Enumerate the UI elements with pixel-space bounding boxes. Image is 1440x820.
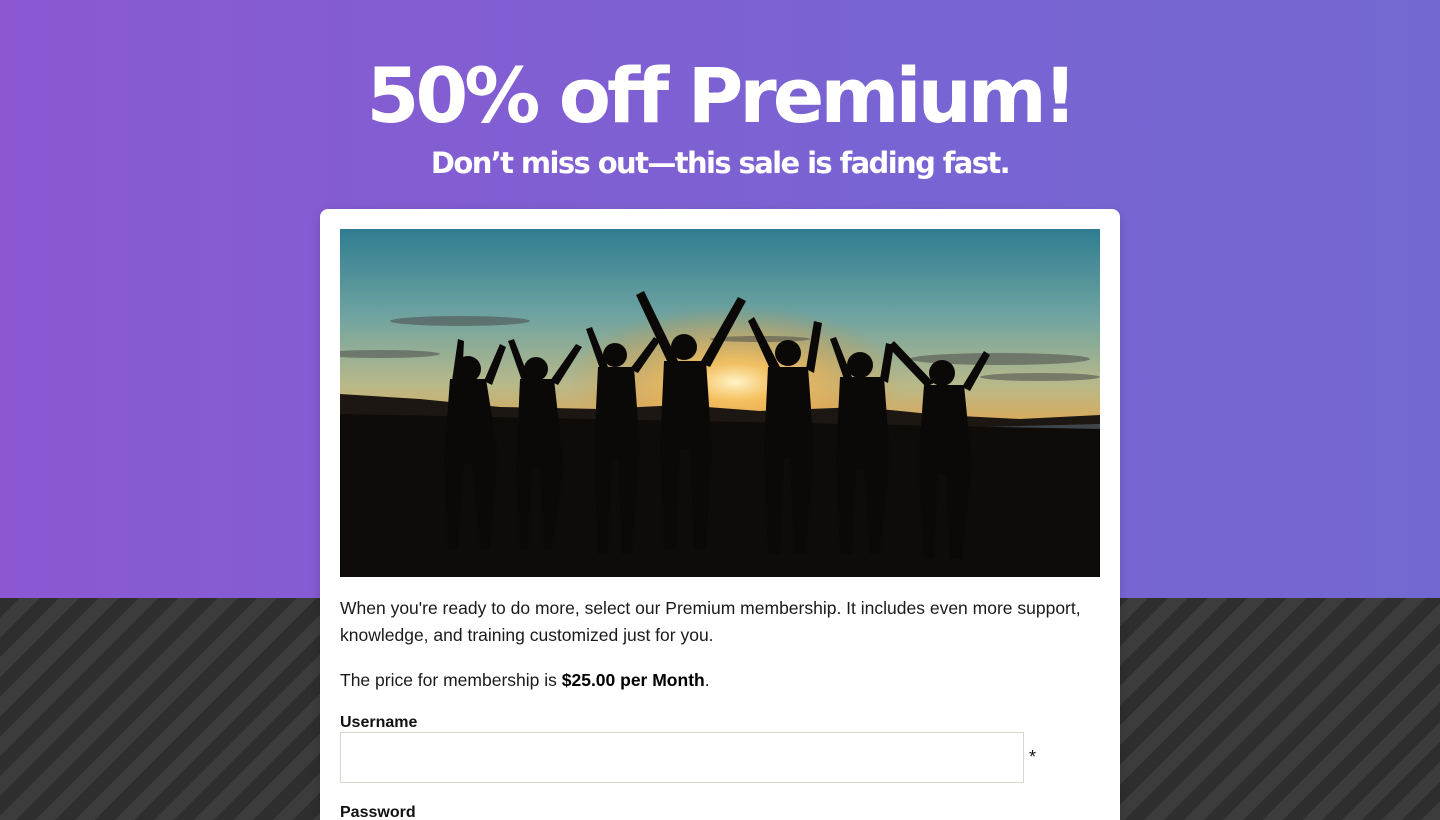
price-statement: The price for membership is $25.00 per M…	[340, 667, 1100, 694]
page-subheadline: Don’t miss out—this sale is fading fast.	[430, 146, 1011, 180]
sunset-group-image	[340, 229, 1100, 577]
username-input[interactable]	[340, 732, 1024, 783]
price-value: $25.00 per Month	[561, 670, 705, 690]
username-label: Username	[340, 714, 418, 731]
membership-card: When you're ready to do more, select our…	[320, 209, 1120, 820]
page-headline: 50% off Premium!	[366, 51, 1077, 140]
membership-description: When you're ready to do more, select our…	[340, 598, 1081, 645]
username-required-marker: *	[1029, 747, 1037, 767]
password-label: Password	[340, 804, 416, 820]
price-suffix: .	[704, 670, 710, 690]
price-prefix: The price for membership is	[340, 670, 562, 690]
